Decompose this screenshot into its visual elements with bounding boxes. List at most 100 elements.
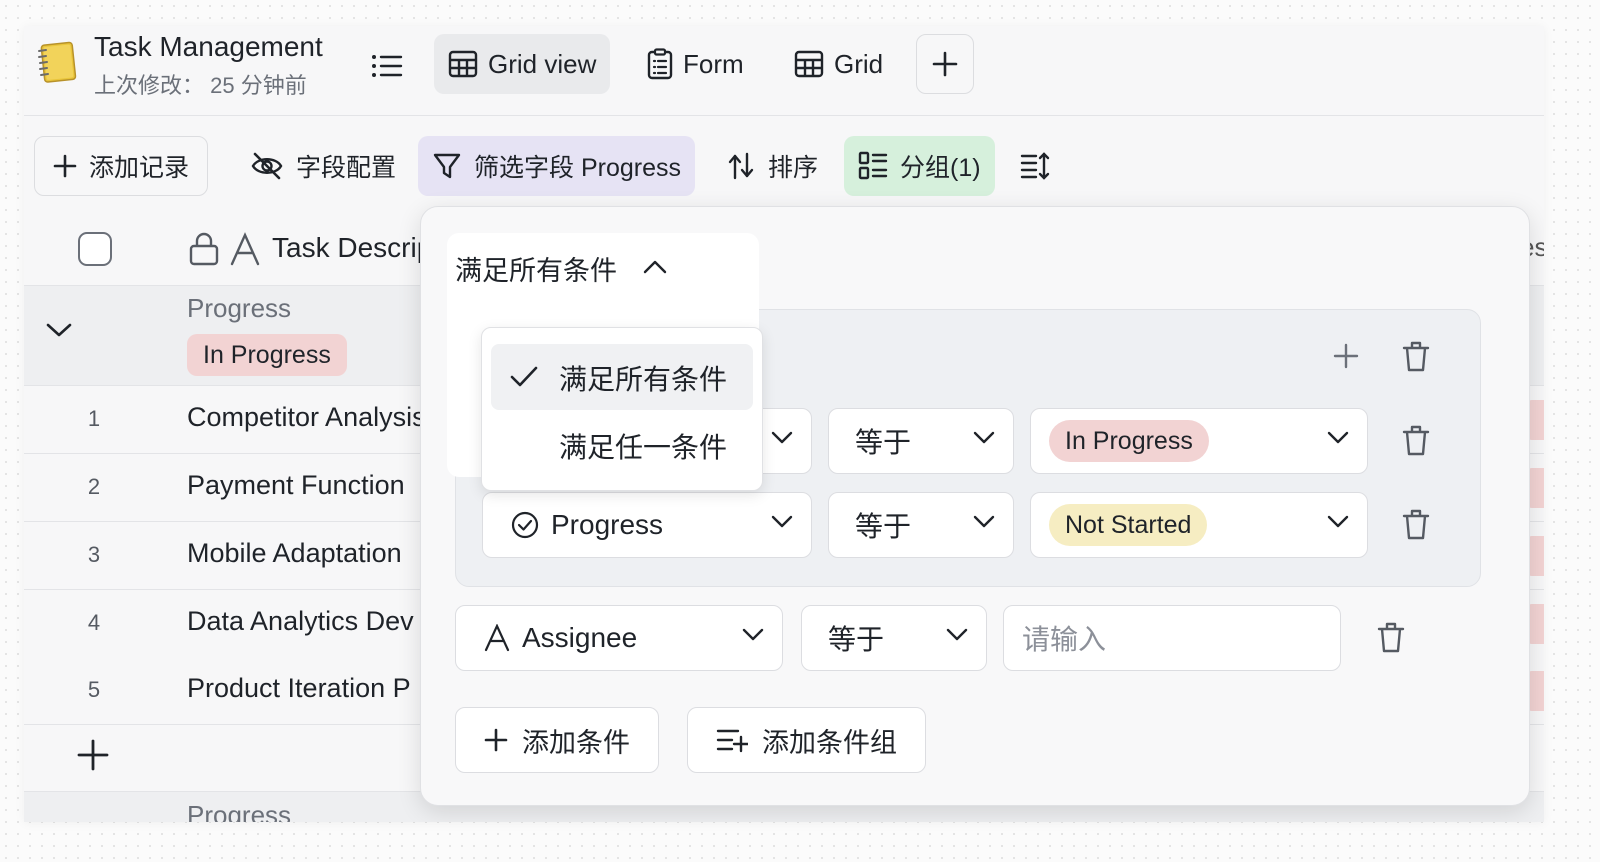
operator-label: 等于 [855, 511, 912, 542]
select-all-checkbox[interactable] [78, 232, 112, 266]
group-value-tag: In Progress [187, 334, 347, 376]
chevron-down-icon [973, 515, 995, 529]
delete-condition-trash-icon[interactable] [1377, 621, 1405, 653]
plus-icon [484, 728, 508, 752]
text-type-icon [230, 232, 260, 266]
sort-button[interactable]: 排序 [712, 136, 832, 196]
logic-select[interactable]: 满足所有条件 满足所有条件 满足任一条件 [447, 233, 763, 491]
row-task-description[interactable]: Data Analytics Dev [187, 606, 414, 637]
logic-option-any[interactable]: 满足任一条件 [491, 412, 753, 478]
value-tag: In Progress [1049, 420, 1209, 462]
filter-icon [433, 153, 461, 179]
status-check-icon [511, 511, 539, 539]
add-condition-in-group-button[interactable] [1332, 342, 1360, 370]
group-icon [858, 151, 888, 180]
add-condition-label: 添加条件 [522, 727, 630, 758]
row-task-description[interactable]: Competitor Analysis [187, 402, 426, 433]
filter-button[interactable]: 筛选字段 Progress [418, 136, 695, 196]
grid-icon [448, 50, 478, 78]
field-config-label: 字段配置 [296, 154, 397, 182]
condition-value-select[interactable]: In Progress [1030, 408, 1368, 474]
sort-label: 排序 [768, 154, 819, 182]
condition-field-select[interactable]: Progress [482, 492, 812, 558]
last-modified-text: 上次修改： 25 分钟前 [94, 73, 307, 98]
plus-icon [1333, 343, 1359, 369]
option-label: 满足任一条件 [559, 432, 728, 463]
delete-condition-trash-icon[interactable] [1402, 424, 1430, 456]
group-button[interactable]: 分组(1) [844, 136, 995, 196]
row-task-description[interactable]: Payment Function [187, 470, 405, 501]
tab-label: Grid [834, 48, 884, 79]
chevron-down-icon [742, 628, 764, 642]
lock-icon [188, 232, 220, 266]
add-group-icon [716, 729, 748, 753]
tab-grid[interactable]: Grid [780, 34, 897, 94]
condition-field-select[interactable]: Assignee [455, 605, 783, 671]
row-number: 4 [87, 610, 101, 635]
filter-panel: 等于 In Progress Progress 等于 Not Started A… [420, 206, 1530, 806]
chevron-down-icon [973, 431, 995, 445]
field-config-button[interactable]: 字段配置 [236, 136, 410, 196]
add-record-label: 添加记录 [89, 154, 190, 182]
chevron-down-icon [1327, 431, 1349, 445]
row-number: 2 [87, 474, 101, 499]
text-type-icon [484, 624, 510, 652]
chevron-down-icon [771, 431, 793, 445]
condition-value-select[interactable]: Not Started [1030, 492, 1368, 558]
row-height-icon [1020, 152, 1050, 180]
add-condition-button[interactable]: 添加条件 [455, 707, 659, 773]
delete-group-trash-icon[interactable] [1402, 340, 1430, 372]
add-row-plus-icon[interactable] [76, 738, 110, 772]
chevron-down-icon [771, 515, 793, 529]
add-condition-group-label: 添加条件组 [762, 727, 897, 758]
logic-dropdown-menu: 满足所有条件 满足任一条件 [481, 327, 763, 491]
chevron-down-icon [946, 628, 968, 642]
app-header: Task Management 上次修改： 25 分钟前 Grid view F… [24, 26, 1544, 116]
list-icon [372, 55, 403, 77]
add-condition-group-button[interactable]: 添加条件组 [687, 707, 926, 773]
group-label: 分组(1) [900, 154, 981, 182]
tab-label: Form [683, 48, 744, 79]
row-number: 5 [87, 677, 101, 702]
condition-operator-select[interactable]: 等于 [801, 605, 987, 671]
eye-off-icon [251, 152, 283, 180]
plus-icon [53, 154, 77, 178]
row-number: 1 [87, 406, 101, 431]
add-view-button[interactable] [916, 34, 974, 94]
form-icon [647, 48, 673, 80]
row-task-description[interactable]: Product Iteration P [187, 673, 411, 704]
logic-option-all[interactable]: 满足所有条件 [491, 344, 753, 410]
app-window: Task Management 上次修改： 25 分钟前 Grid view F… [24, 26, 1544, 822]
plus-icon [932, 51, 958, 77]
sort-icon [728, 152, 754, 180]
group-field-name: Progress [187, 293, 292, 323]
option-label: 满足所有条件 [559, 364, 728, 395]
field-label: Progress [551, 509, 664, 540]
chevron-down-icon [1327, 515, 1349, 529]
tab-form[interactable]: Form [633, 34, 758, 94]
condition-value-input[interactable]: 请输入 [1003, 605, 1341, 671]
filter-label: 筛选字段 Progress [474, 154, 681, 182]
value-tag: Not Started [1049, 504, 1208, 546]
view-list-button[interactable] [364, 46, 410, 86]
chevron-up-icon [643, 259, 667, 275]
operator-label: 等于 [855, 427, 912, 458]
delete-condition-trash-icon[interactable] [1402, 508, 1430, 540]
tab-grid-view[interactable]: Grid view [434, 34, 611, 94]
field-label: Assignee [522, 622, 638, 653]
value-placeholder: 请输入 [1022, 624, 1107, 655]
check-icon [509, 364, 539, 390]
condition-operator-select[interactable]: 等于 [828, 408, 1014, 474]
tab-label: Grid view [488, 48, 597, 79]
notebook-icon [34, 41, 78, 85]
group-field-name: Progress [187, 800, 292, 822]
collapse-chevron-icon[interactable] [44, 320, 74, 340]
add-record-button[interactable]: 添加记录 [34, 136, 209, 196]
app-title: Task Management [94, 31, 323, 62]
row-task-description[interactable]: Mobile Adaptation [187, 538, 402, 569]
logic-selected-label: 满足所有条件 [455, 256, 617, 286]
condition-operator-select[interactable]: 等于 [828, 492, 1014, 558]
row-number: 3 [87, 542, 101, 567]
row-height-button[interactable] [1006, 136, 1064, 196]
grid-icon [794, 50, 824, 78]
